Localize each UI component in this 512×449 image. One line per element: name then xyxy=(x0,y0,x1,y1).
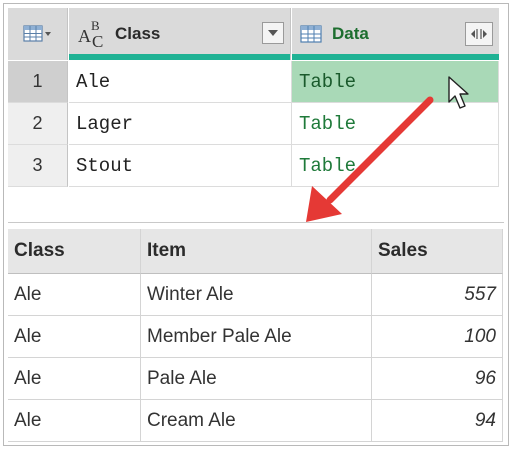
data-table-cell[interactable]: Table xyxy=(292,145,499,187)
column-header-class[interactable]: A B C Class xyxy=(69,8,291,60)
class-cell[interactable]: Ale xyxy=(69,61,292,103)
preview-row: Ale Member Pale Ale 100 xyxy=(8,316,503,358)
column-header-data[interactable]: Data xyxy=(292,8,499,60)
preview-cell-class: Ale xyxy=(8,400,141,442)
row-number[interactable]: 1 xyxy=(8,61,68,103)
row-number[interactable]: 2 xyxy=(8,103,68,145)
preview-cell-class: Ale xyxy=(8,274,141,316)
preview-cell-item: Pale Ale xyxy=(141,358,372,400)
column-header-data-label: Data xyxy=(332,24,369,43)
preview-cell-sales: 94 xyxy=(372,400,503,442)
column-quality-bar xyxy=(292,54,499,60)
table-preview: Class Item Sales Ale Winter Ale 557 Ale … xyxy=(8,229,503,442)
expand-column-button[interactable] xyxy=(465,22,493,46)
preview-header-class: Class xyxy=(8,229,141,274)
preview-cell-sales: 96 xyxy=(372,358,503,400)
table-menu-button[interactable] xyxy=(8,8,68,60)
column-header-class-label: Class xyxy=(115,24,161,43)
dropdown-arrow-icon xyxy=(268,30,278,36)
query-grid: A B C Class Data 1 Ale Table 2 Lager Tab… xyxy=(8,8,499,189)
query-row[interactable]: 3 Stout Table xyxy=(8,145,499,187)
type-letter-c: C xyxy=(92,32,104,51)
preview-row: Ale Pale Ale 96 xyxy=(8,358,503,400)
data-table-cell[interactable]: Table xyxy=(292,103,499,145)
query-row[interactable]: 1 Ale Table xyxy=(8,61,499,103)
data-table-cell[interactable]: Table xyxy=(292,61,499,103)
expand-columns-icon xyxy=(471,29,487,39)
preview-cell-sales: 100 xyxy=(372,316,503,358)
class-cell[interactable]: Lager xyxy=(69,103,292,145)
preview-cell-item: Cream Ale xyxy=(141,400,372,442)
class-cell[interactable]: Stout xyxy=(69,145,292,187)
abc-text-type-icon[interactable]: A B C xyxy=(75,14,115,54)
preview-row: Ale Cream Ale 94 xyxy=(8,400,503,442)
pane-divider[interactable] xyxy=(8,222,504,223)
preview-cell-sales: 557 xyxy=(372,274,503,316)
preview-cell-item: Member Pale Ale xyxy=(141,316,372,358)
preview-cell-class: Ale xyxy=(8,358,141,400)
preview-cell-item: Winter Ale xyxy=(141,274,372,316)
preview-cell-class: Ale xyxy=(8,316,141,358)
power-query-editor-frame: A B C Class Data 1 Ale Table 2 Lager Tab… xyxy=(3,3,509,446)
preview-row: Ale Winter Ale 557 xyxy=(8,274,503,316)
table-menu-icon xyxy=(22,25,51,42)
preview-header-item: Item xyxy=(141,229,372,274)
preview-header-row: Class Item Sales xyxy=(8,229,503,274)
type-letter-a: A xyxy=(78,26,91,46)
row-number[interactable]: 3 xyxy=(8,145,68,187)
column-quality-bar xyxy=(69,54,290,60)
filter-dropdown-button[interactable] xyxy=(262,22,284,44)
table-type-icon xyxy=(300,25,322,43)
preview-header-sales: Sales xyxy=(372,229,503,274)
query-row[interactable]: 2 Lager Table xyxy=(8,103,499,145)
